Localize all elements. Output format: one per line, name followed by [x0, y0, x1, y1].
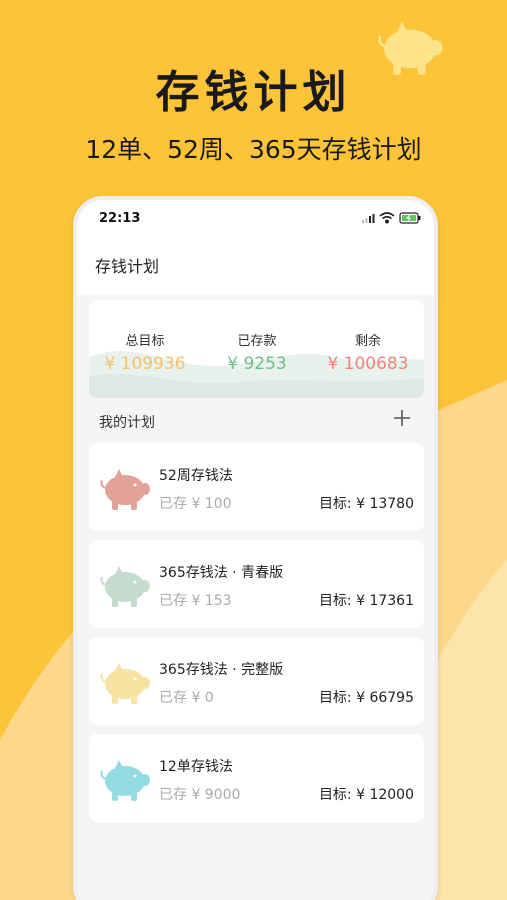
plan-target: 目标: ¥ 66795: [318, 690, 414, 706]
summary-card: 总目标 ¥ 109936 已存款 ¥ 9253 剩余 ¥ 100683: [89, 300, 424, 398]
page-title: 存钱计划: [95, 257, 160, 276]
total-target-value: ¥ 109936: [104, 354, 186, 374]
plan-name: 12单存钱法: [159, 759, 233, 775]
hero-subtitle: 12单、52周、365天存钱计划: [85, 135, 422, 164]
nav-bar: 存钱计划: [77, 240, 434, 295]
wifi-icon: [379, 212, 395, 224]
plans-title: 我的计划: [99, 415, 155, 431]
remaining-stat: 剩余 ¥ 100683: [312, 330, 424, 374]
saved-value: ¥ 9253: [227, 354, 287, 374]
plan-saved: 已存 ¥ 100: [159, 496, 232, 512]
plan-name: 365存钱法 · 完整版: [159, 662, 284, 678]
phone-frame: 22:13 存钱计划 总目标 ¥ 109936 已存款 ¥ 9253 剩余 ¥ …: [73, 196, 438, 900]
saved-stat: 已存款 ¥ 9253: [201, 330, 313, 374]
status-icons: [362, 212, 421, 224]
piggy-bank-icon: [100, 469, 150, 510]
plan-card[interactable]: 52周存钱法 已存 ¥ 100 目标: ¥ 13780: [89, 443, 424, 531]
plan-target: 目标: ¥ 12000: [318, 787, 414, 803]
battery-icon: [399, 212, 421, 224]
signal-icon: [362, 214, 375, 223]
piggy-bank-icon: [100, 760, 150, 801]
plus-icon[interactable]: [392, 408, 412, 428]
plan-saved: 已存 ¥ 9000: [159, 787, 241, 803]
total-target-label: 总目标: [125, 334, 165, 349]
plan-name: 52周存钱法: [159, 468, 233, 484]
plan-card[interactable]: 365存钱法 · 青春版 已存 ¥ 153 目标: ¥ 17361: [89, 540, 424, 628]
plan-saved: 已存 ¥ 153: [159, 593, 232, 609]
hero-title: 存钱计划: [155, 67, 352, 118]
piggy-bank-icon: [100, 663, 150, 704]
plan-saved: 已存 ¥ 0: [159, 690, 214, 706]
plan-target: 目标: ¥ 13780: [318, 496, 414, 512]
plan-target: 目标: ¥ 17361: [318, 593, 414, 609]
saved-label: 已存款: [237, 334, 277, 349]
status-bar: 22:13: [77, 200, 434, 240]
plan-card[interactable]: 365存钱法 · 完整版 已存 ¥ 0 目标: ¥ 66795: [89, 637, 424, 725]
plan-card[interactable]: 12单存钱法 已存 ¥ 9000 目标: ¥ 12000: [89, 734, 424, 822]
piggy-bank-icon: [100, 566, 150, 607]
plans-header: 我的计划: [77, 400, 434, 440]
plan-name: 365存钱法 · 青春版: [159, 565, 284, 581]
remaining-label: 剩余: [354, 334, 381, 349]
status-time: 22:13: [99, 211, 141, 226]
total-target-stat: 总目标 ¥ 109936: [89, 330, 201, 374]
remaining-value: ¥ 100683: [327, 354, 409, 374]
